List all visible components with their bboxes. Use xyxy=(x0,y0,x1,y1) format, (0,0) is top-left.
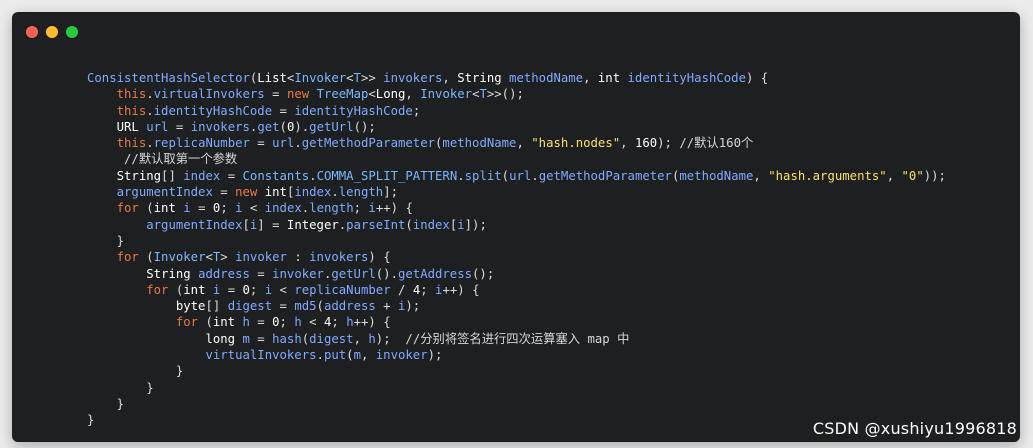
code-line: this.identityHashCode = identityHashCode… xyxy=(116,103,421,118)
minimize-window-icon[interactable] xyxy=(46,26,58,38)
code-line: for (int h = 0; h < 4; h++) { xyxy=(175,315,391,330)
code-line: this.replicaNumber = url.getMethodParame… xyxy=(116,136,754,151)
code-line: } xyxy=(87,364,184,379)
watermark-text: CSDN @xushiyu1996818 xyxy=(812,419,1017,438)
code-line: String[] index = Constants.COMMA_SPLIT_P… xyxy=(116,168,946,183)
code-line: byte[] digest = md5(address + i); xyxy=(175,299,421,314)
code-line: URL url = invokers.get(0).getUrl(); xyxy=(116,119,376,134)
maximize-window-icon[interactable] xyxy=(66,26,78,38)
window-titlebar xyxy=(12,12,1020,50)
code-line: long m = hash(digest, h); //分别将签名进行四次运算塞… xyxy=(205,331,630,346)
code-line: } xyxy=(87,380,154,395)
code-line: for (Invoker<T> invoker : invokers) { xyxy=(116,250,391,265)
code-line: virtualInvokers.put(m, invoker); xyxy=(205,348,443,363)
close-window-icon[interactable] xyxy=(26,26,38,38)
code-block: ConsistentHashSelector(List<Invoker<T>> … xyxy=(87,70,946,429)
code-line: for (int i = 0; i < replicaNumber / 4; i… xyxy=(146,282,480,297)
code-line: } xyxy=(87,233,125,248)
code-line: argumentIndex[i] = Integer.parseInt(inde… xyxy=(146,217,487,232)
code-window: ConsistentHashSelector(List<Invoker<T>> … xyxy=(12,12,1020,442)
code-line: for (int i = 0; i < index.length; i++) { xyxy=(116,201,413,216)
code-line: argumentIndex = new int[index.length]; xyxy=(116,185,399,200)
code-line: String address = invoker.getUrl().getAdd… xyxy=(146,266,495,281)
code-line: ConsistentHashSelector(List<Invoker<T>> … xyxy=(87,71,769,85)
code-line: this.virtualInvokers = new TreeMap<Long,… xyxy=(116,87,524,102)
code-line: } xyxy=(87,396,125,411)
code-line: //默认取第一个参数 xyxy=(124,152,238,167)
